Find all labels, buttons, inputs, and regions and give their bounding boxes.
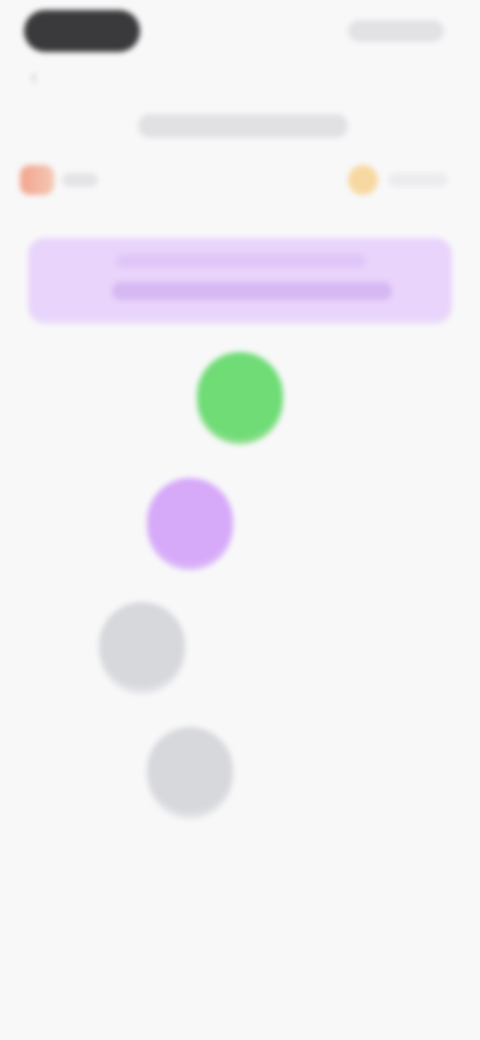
unit-banner-subtitle xyxy=(112,282,392,300)
streak-stat[interactable] xyxy=(328,162,448,198)
unit-banner-title xyxy=(116,254,366,268)
course-title xyxy=(138,114,348,138)
flag-icon xyxy=(20,165,54,195)
status-bar xyxy=(0,0,480,70)
lesson-node-complete[interactable] xyxy=(197,352,283,438)
chevron-left-icon: ‹ xyxy=(30,63,38,90)
course-flag-value xyxy=(62,173,98,187)
lesson-path-screen: ‹ xyxy=(0,0,480,1040)
status-indicators xyxy=(348,20,444,42)
streak-value xyxy=(388,173,448,187)
course-flag-stat[interactable] xyxy=(20,162,120,198)
lesson-node-current[interactable] xyxy=(147,478,233,564)
streak-icon xyxy=(348,165,378,195)
lesson-node-locked[interactable] xyxy=(147,727,233,813)
unit-banner[interactable] xyxy=(28,238,452,318)
status-time xyxy=(24,10,140,52)
back-button[interactable]: ‹ xyxy=(30,64,64,90)
lesson-node-locked[interactable] xyxy=(99,602,185,688)
